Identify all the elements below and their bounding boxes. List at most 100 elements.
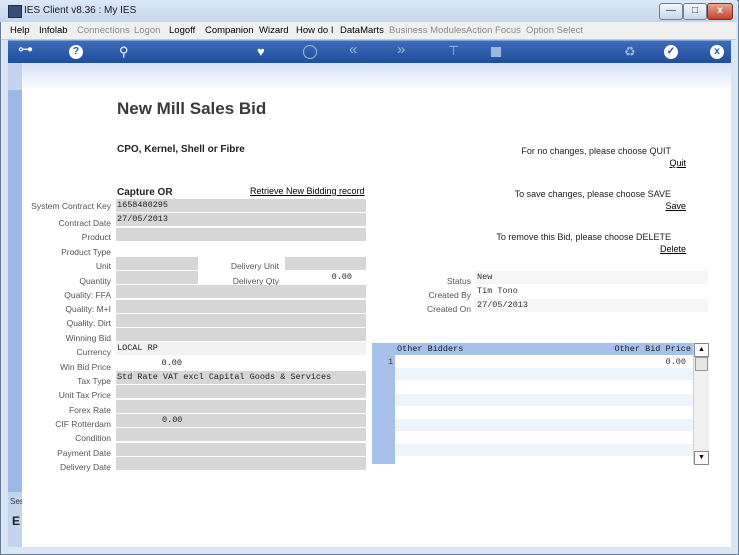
table-row[interactable]: [395, 368, 693, 380]
win-bid-price-field[interactable]: 0.00: [116, 357, 186, 370]
unit-tax-price-field: [116, 385, 366, 398]
label-status: Status: [446, 276, 471, 286]
tax-type-field[interactable]: Std Rate VAT excl Capital Goods & Servic…: [116, 371, 366, 384]
label-condition: Condition: [75, 433, 111, 443]
created-by-field: Tim Tono: [475, 285, 708, 298]
label-contract-date: Contract Date: [58, 218, 111, 228]
label-quality-mi: Quality: M+I: [65, 304, 111, 314]
help-icon[interactable]: ?: [69, 45, 83, 59]
label-quantity: Quantity: [79, 276, 111, 286]
status-field: New: [475, 271, 708, 284]
menu-help[interactable]: Help: [10, 25, 30, 36]
quit-link[interactable]: Quit: [669, 158, 686, 168]
menu-logon: Logon: [134, 25, 161, 36]
side-panel-highlight: [8, 90, 22, 492]
delivery-qty-field[interactable]: 0.00: [285, 271, 366, 284]
created-on-field: 27/05/2013: [475, 299, 708, 312]
maximize-button[interactable]: □: [683, 3, 707, 20]
forex-rate-field[interactable]: [116, 400, 366, 413]
menu-how-do-i[interactable]: How do I: [296, 25, 334, 36]
product-type-field[interactable]: [116, 242, 366, 255]
system-contract-key-field: 1658480295: [116, 199, 366, 212]
product-field[interactable]: [116, 228, 366, 241]
quit-instruction: For no changes, please choose QUIT: [521, 146, 671, 156]
table-row[interactable]: [395, 444, 693, 456]
label-forex-rate: Forex Rate: [68, 405, 111, 415]
section-title: Capture OR: [117, 187, 173, 198]
label-tax-type: Tax Type: [77, 376, 111, 386]
menu-connections: Connections: [77, 25, 130, 36]
toolbar: ⊶ ? ⚲ ♥ « » ⊤ ♻ ✓ x: [8, 40, 731, 63]
menu-wizard[interactable]: Wizard: [259, 25, 289, 36]
fast-forward-icon[interactable]: »: [397, 42, 405, 58]
winning-bid-field[interactable]: [116, 328, 366, 341]
page-subtitle: CPO, Kernel, Shell or Fibre: [117, 144, 245, 155]
label-product: Product: [81, 232, 111, 242]
app-icon: [8, 5, 22, 18]
delete-link[interactable]: Delete: [660, 244, 686, 254]
tee-icon[interactable]: ⊤: [448, 43, 459, 59]
check-icon[interactable]: ✓: [664, 45, 678, 59]
menu-action-focus: Action Focus: [466, 25, 521, 36]
rewind-icon[interactable]: «: [349, 42, 357, 58]
label-currency: Currency: [76, 347, 111, 357]
label-unit: Unit: [95, 261, 111, 271]
cif-rotterdam-field[interactable]: 0.00: [116, 414, 366, 427]
key-icon[interactable]: ⊶: [18, 42, 33, 58]
retrieve-bidding-record-link[interactable]: Retrieve New Bidding record: [250, 186, 365, 196]
heart-icon[interactable]: ♥: [257, 44, 265, 60]
quality-ffa-field[interactable]: [116, 285, 366, 298]
menu-business-modules: Business Modules: [389, 25, 467, 36]
label-delivery-date: Delivery Date: [59, 462, 111, 472]
scroll-thumb[interactable]: [695, 357, 708, 371]
clock-icon[interactable]: [303, 45, 317, 59]
table-row[interactable]: [395, 394, 693, 406]
menu-bar: Help Infolab Connections Logon Logoff Co…: [1, 22, 736, 40]
stop-icon[interactable]: [491, 47, 501, 57]
label-product-type: Product Type: [61, 247, 111, 257]
quality-dirt-field[interactable]: [116, 314, 366, 327]
close-icon[interactable]: x: [710, 45, 724, 59]
quantity-field[interactable]: [116, 271, 198, 284]
delivery-date-field[interactable]: [116, 457, 366, 470]
contract-date-field[interactable]: 27/05/2013: [116, 213, 366, 226]
menu-companion[interactable]: Companion: [205, 25, 254, 36]
col-header-other-bidders[interactable]: Other Bidders: [397, 343, 463, 355]
label-created-by: Created By: [428, 290, 471, 300]
label-created-on: Created On: [427, 304, 471, 314]
menu-logoff[interactable]: Logoff: [169, 25, 195, 36]
grid-row-number: 1: [388, 357, 394, 367]
currency-field[interactable]: LOCAL RP: [116, 342, 366, 355]
table-row[interactable]: [395, 381, 693, 393]
delivery-unit-field[interactable]: [285, 257, 366, 270]
menu-infolab[interactable]: Infolab: [39, 25, 68, 36]
save-instruction: To save changes, please choose SAVE: [514, 189, 671, 199]
delete-instruction: To remove this Bid, please choose DELETE: [496, 232, 671, 242]
unit-field[interactable]: [116, 257, 198, 270]
grid-scrollbar[interactable]: ▲ ▼: [693, 343, 709, 465]
grid-cell-price[interactable]: 0.00: [666, 356, 686, 368]
payment-date-field[interactable]: [116, 443, 366, 456]
search-icon[interactable]: ⚲: [119, 44, 129, 60]
condition-field[interactable]: [116, 428, 366, 441]
label-winning-bid: Winning Bid: [65, 333, 111, 343]
col-header-other-bid-price[interactable]: Other Bid Price: [614, 343, 691, 355]
page-title: New Mill Sales Bid: [117, 99, 267, 118]
table-row[interactable]: [395, 406, 693, 418]
label-cif-rotterdam: CIF Rotterdam: [55, 419, 111, 429]
table-row[interactable]: [395, 419, 693, 431]
label-quality-ffa: Quality: FFA: [64, 290, 111, 300]
label-system-contract-key: System Contract Key: [31, 201, 111, 211]
menu-datamarts[interactable]: DataMarts: [340, 25, 384, 36]
table-row[interactable]: [395, 432, 693, 444]
scroll-down-icon[interactable]: ▼: [694, 451, 709, 465]
table-row[interactable]: 0.00: [395, 356, 693, 368]
recycle-icon[interactable]: ♻: [624, 44, 636, 60]
header-band: [22, 63, 731, 91]
quality-mi-field[interactable]: [116, 300, 366, 313]
save-link[interactable]: Save: [665, 201, 686, 211]
close-window-button[interactable]: x: [707, 3, 733, 20]
label-unit-tax-price: Unit Tax Price: [58, 390, 111, 400]
scroll-up-icon[interactable]: ▲: [694, 343, 709, 357]
minimize-button[interactable]: —: [659, 3, 683, 20]
